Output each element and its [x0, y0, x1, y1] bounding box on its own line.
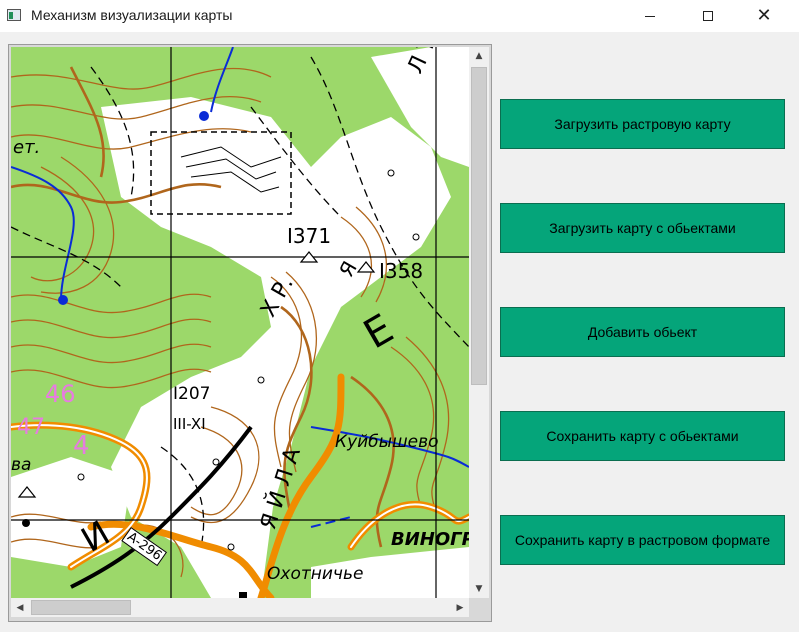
map-label-partial-va: ва: [11, 455, 32, 475]
map-label-pink-46: 46: [45, 380, 76, 408]
load-raster-map-button[interactable]: Загрузить растровую карту: [500, 99, 785, 149]
topographic-map: [11, 47, 469, 598]
map-vertical-scrollbar[interactable]: ▲ ▼: [469, 47, 489, 598]
maximize-icon: [703, 11, 713, 21]
map-label-vinogr: ВИНОГР: [391, 529, 469, 550]
map-label-okhotnichye: Охотничье: [267, 564, 364, 584]
scroll-up-arrow-icon[interactable]: ▲: [469, 47, 489, 65]
map-label-kuibyshevo: Куйбышево: [335, 432, 439, 452]
save-raster-map-button[interactable]: Сохранить карту в растровом формате: [500, 515, 785, 565]
horizontal-scroll-thumb[interactable]: [31, 600, 131, 615]
map-label-pink-47: 47: [17, 415, 45, 440]
minimize-icon: [645, 15, 655, 17]
map-label-roman: III-XI: [173, 415, 206, 433]
map-canvas[interactable]: I371 I358 I207 III-XI Х Р. Я Й Л А Е Куй…: [11, 47, 469, 598]
map-label-spot-1207: I207: [173, 384, 211, 404]
title-bar: Механизм визуализации карты ✕: [0, 0, 799, 32]
map-label-pink-4: 4: [73, 431, 90, 461]
close-icon: ✕: [756, 5, 772, 26]
map-horizontal-scrollbar[interactable]: ◀ ▶: [11, 598, 469, 617]
map-label-spot-1371: I371: [287, 224, 332, 248]
app-icon: [7, 9, 21, 21]
save-objects-map-button[interactable]: Сохранить карту с обьектами: [500, 411, 785, 461]
scroll-down-arrow-icon[interactable]: ▼: [469, 580, 489, 598]
load-objects-map-button[interactable]: Загрузить карту с обьектами: [500, 203, 785, 253]
close-button[interactable]: ✕: [741, 0, 787, 32]
scroll-right-arrow-icon[interactable]: ▶: [451, 598, 469, 617]
map-label-partial-et: ет.: [13, 137, 41, 158]
window-title: Механизм визуализации карты: [31, 7, 233, 23]
vertical-scroll-thumb[interactable]: [471, 67, 487, 385]
add-object-button[interactable]: Добавить обьект: [500, 307, 785, 357]
scroll-left-arrow-icon[interactable]: ◀: [11, 598, 29, 617]
maximize-button[interactable]: [685, 0, 731, 32]
minimize-button[interactable]: [627, 0, 673, 32]
map-label-spot-1358: I358: [379, 259, 424, 283]
